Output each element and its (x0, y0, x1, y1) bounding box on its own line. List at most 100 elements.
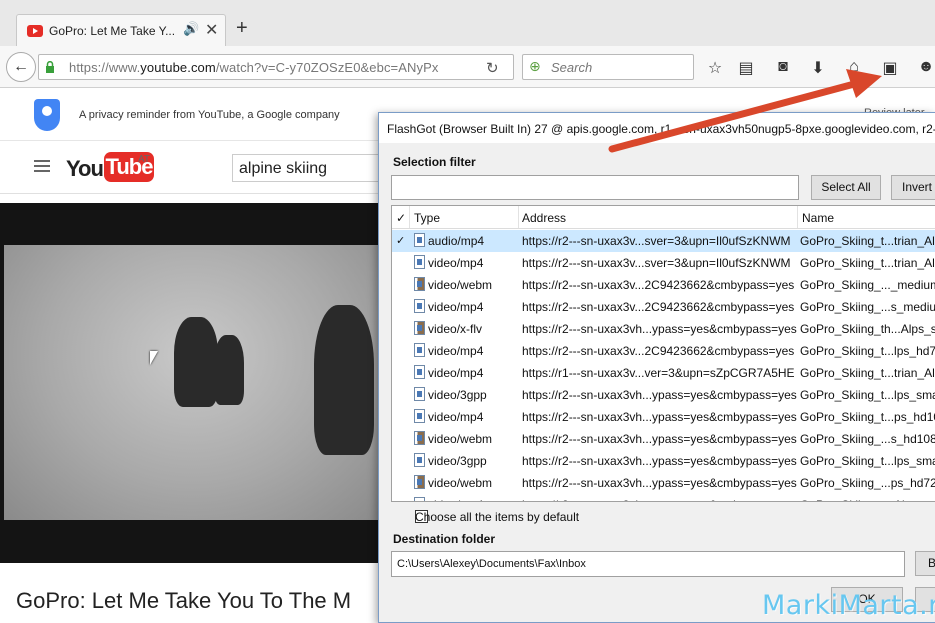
snowboarder-figure (314, 305, 374, 455)
youtube-favicon-icon (27, 25, 43, 37)
list-item[interactable]: video/mp4 https://r2---sn-uxax3vh...ypass… (392, 494, 935, 501)
selection-filter-label: Selection filter (393, 155, 476, 169)
list-item[interactable]: video/webm https://r2---sn-uxax3vh...ypas… (392, 472, 935, 494)
row-type: video/3gpp (428, 454, 487, 468)
tab-bar: GoPro: Let Me Take Y... 🔊 ✕ + (0, 0, 935, 46)
row-address: https://r2---sn-uxax3vh...ypass=yes&cmby… (522, 388, 797, 402)
row-name: GoPro_Skiing_t...lps_small (800, 454, 935, 468)
row-name: GoPro_Skiing_t...ps_hd1080 (800, 410, 935, 424)
youtube-search-value: alpine skiing (239, 160, 328, 177)
download-list[interactable]: ✓ Type Address Name ✓ audio/mp4 https://r2… (391, 205, 935, 502)
reading-list-icon[interactable]: ▤ (736, 58, 756, 78)
list-item[interactable]: video/3gpp https://r2---sn-uxax3vh...ypas… (392, 384, 935, 406)
list-item[interactable]: video/mp4 https://r2---sn-uxax3v...2C9423… (392, 340, 935, 362)
row-name: GoPro_Skiing_...ps_hd720. (800, 476, 935, 490)
pocket-icon[interactable]: ◙ (773, 58, 793, 76)
flashgot-icon[interactable]: ▣ (880, 58, 900, 78)
file-type-icon (414, 299, 425, 313)
list-item[interactable]: video/mp4 https://r1---sn-uxax3v...ver=3&… (392, 362, 935, 384)
file-type-icon (414, 497, 425, 501)
row-type: video/webm (428, 278, 493, 292)
column-address[interactable]: Address (522, 211, 566, 225)
list-item[interactable]: video/mp4 https://r2---sn-uxax3vh...ypass… (392, 406, 935, 428)
choose-all-label: Choose all the items by default (415, 510, 580, 524)
dialog-title-bar: FlashGot (Browser Built In) 27 @ apis.go… (379, 113, 935, 143)
invert-button[interactable]: Invert (891, 175, 935, 200)
column-type[interactable]: Type (414, 211, 440, 225)
row-type: video/x-flv (428, 322, 483, 336)
privacy-shield-icon (34, 99, 60, 131)
row-address: https://r1---sn-uxax3v...ver=3&upn=sZpCG… (522, 366, 795, 380)
flashgot-dialog: FlashGot (Browser Built In) 27 @ apis.go… (378, 112, 935, 623)
destination-folder-input[interactable]: C:\Users\Alexey\Documents\Fax\Inbox (391, 551, 905, 577)
skier-figure (214, 335, 244, 405)
tab-youtube[interactable]: GoPro: Let Me Take Y... 🔊 ✕ (16, 14, 226, 46)
file-type-icon (414, 453, 425, 467)
download-icon[interactable]: ⬇ (808, 58, 828, 78)
hamburger-menu-icon[interactable] (34, 160, 50, 172)
tab-title: GoPro: Let Me Take Y... (49, 24, 176, 38)
privacy-text: A privacy reminder from YouTube, a Googl… (79, 109, 340, 121)
row-address: https://r2---sn-uxax3v...sver=3&upn=Il0u… (522, 234, 791, 248)
file-type-icon (414, 343, 425, 357)
row-type: video/webm (428, 476, 493, 490)
list-item[interactable]: video/webm https://r2---sn-uxax3v...2C942… (392, 274, 935, 296)
row-type: video/mp4 (428, 256, 484, 270)
file-type-icon (414, 387, 425, 401)
list-item[interactable]: video/mp4 https://r2---sn-uxax3v...sver=3… (392, 252, 935, 274)
reload-icon[interactable]: ↻ (486, 59, 499, 77)
file-type-icon (414, 409, 425, 423)
row-type: video/mp4 (428, 410, 484, 424)
list-header: ✓ Type Address Name (392, 206, 935, 229)
url-text[interactable]: https://www.youtube.com/watch?v=C-y70ZOS… (69, 60, 438, 75)
selection-filter-input[interactable] (391, 175, 799, 200)
file-type-icon (414, 431, 425, 445)
row-type: video/mp4 (428, 366, 484, 380)
chat-icon[interactable]: ☻ (916, 58, 935, 76)
column-divider (518, 206, 519, 228)
close-tab-icon[interactable]: ✕ (205, 20, 218, 40)
row-address: https://r2---sn-uxax3v...sver=3&upn=Il0u… (522, 256, 791, 270)
file-type-icon (414, 255, 425, 269)
row-address: https://r2---sn-uxax3vh...ypass=yes&cmby… (522, 432, 797, 446)
list-item[interactable]: video/x-flv https://r2---sn-uxax3vh...ypa… (392, 318, 935, 340)
video-player[interactable] (0, 203, 382, 563)
new-tab-button[interactable]: + (236, 18, 248, 38)
speaker-icon[interactable]: 🔊 (183, 21, 199, 37)
bookmark-star-icon[interactable]: ☆ (705, 58, 725, 78)
select-all-button[interactable]: Select All (811, 175, 881, 200)
column-divider (797, 206, 798, 228)
youtube-search-input[interactable]: alpine skiing (232, 154, 392, 182)
column-name[interactable]: Name (802, 211, 834, 225)
row-address: https://r2---sn-uxax3v...2C9423662&cmbyp… (522, 344, 795, 358)
list-item[interactable]: video/3gpp https://r2---sn-uxax3vh...ypas… (392, 450, 935, 472)
browse-button[interactable]: B (915, 551, 935, 576)
search-input[interactable]: Search (551, 60, 592, 75)
row-name: GoPro_Skiing_..._medium. (800, 278, 935, 292)
search-engine-icon[interactable]: ⊕ (529, 58, 541, 75)
row-address: https://r2---sn-uxax3v...2C9423662&cmbyp… (522, 278, 795, 292)
list-item[interactable]: ✓ audio/mp4 https://r2---sn-uxax3v...sver=… (392, 230, 935, 252)
url-bar[interactable]: https://www.youtube.com/watch?v=C-y70ZOS… (38, 54, 514, 80)
row-address: https://r2---sn-uxax3vh...ypass=yes&cmby… (522, 454, 797, 468)
back-button[interactable]: ← (6, 52, 36, 82)
row-address: https://r2---sn-uxax3vh...ypass=yes&cmby… (522, 410, 797, 424)
row-name: GoPro_Skiing_t...Alps (800, 498, 917, 501)
video-frame (4, 245, 382, 520)
dialog-title: FlashGot (Browser Built In) 27 @ apis.go… (387, 122, 935, 136)
row-type: video/mp4 (428, 498, 483, 501)
list-item[interactable]: video/webm https://r2---sn-uxax3vh...ypas… (392, 428, 935, 450)
search-bar[interactable]: ⊕ Search (522, 54, 694, 80)
home-icon[interactable]: ⌂ (844, 58, 864, 76)
region-code: AT (138, 154, 151, 165)
row-name: GoPro_Skiing_...s_hd1080. (800, 432, 935, 446)
file-type-icon (414, 277, 425, 291)
row-type: video/webm (428, 432, 493, 446)
row-name: GoPro_Skiing_th...Alps_sm (800, 322, 935, 336)
list-item[interactable]: video/mp4 https://r2---sn-uxax3v...2C9423… (392, 296, 935, 318)
file-type-icon (414, 233, 425, 247)
row-address: https://r2---sn-uxax3vh...ypass=yes&cmby… (522, 322, 797, 336)
row-check[interactable]: ✓ (396, 234, 405, 247)
column-check[interactable]: ✓ (396, 211, 406, 225)
row-type: video/mp4 (428, 300, 484, 314)
